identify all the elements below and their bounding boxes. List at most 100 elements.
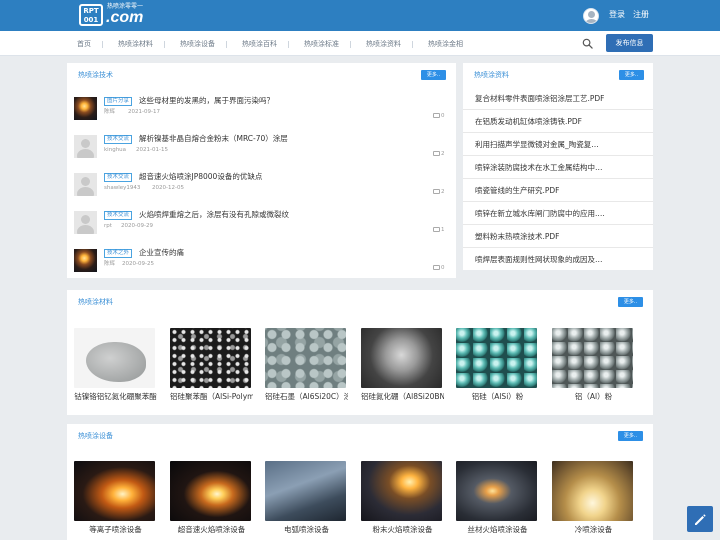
user-avatar-icon[interactable]	[583, 8, 599, 24]
top-bar: RPT 001 热喷涂零零一 .com 登录 注册	[0, 0, 720, 31]
equipment-image[interactable]	[265, 461, 346, 521]
material-image[interactable]	[552, 328, 633, 388]
article-author: 陈辉	[104, 109, 116, 115]
more-button[interactable]: 更多..	[618, 431, 643, 441]
article-tag[interactable]: 技术交流	[104, 135, 133, 144]
publish-button[interactable]: 发布信息	[606, 34, 653, 52]
nav-separator	[412, 41, 413, 48]
article-tag[interactable]: 技术交流	[104, 173, 133, 182]
equipment-label[interactable]: 丝材火焰喷涂设备	[456, 525, 539, 535]
article-title[interactable]: 火焰喷焊重熔之后，涂层有没有孔隙或微裂纹	[139, 210, 289, 220]
document-item[interactable]: 复合材料零件表面喷涂铝涂层工艺.PDF	[463, 87, 653, 110]
author-avatar[interactable]	[74, 211, 97, 234]
author-avatar[interactable]	[74, 135, 97, 158]
panel-title: 热喷涂设备	[78, 432, 113, 440]
equipment-image[interactable]	[74, 461, 155, 521]
material-image[interactable]	[74, 328, 155, 388]
document-item[interactable]: 塑料粉末热喷涂技术.PDF	[463, 225, 653, 248]
equipment-image[interactable]	[170, 461, 251, 521]
article-tag[interactable]: 技术交流	[104, 211, 133, 220]
site-logo[interactable]: RPT 001	[79, 4, 103, 26]
equipment-label[interactable]: 粉末火焰喷涂设备	[361, 525, 444, 535]
document-title[interactable]: 塑料粉末热喷涂技术.PDF	[475, 232, 615, 242]
search-icon[interactable]	[582, 38, 593, 49]
comment-count: 0	[433, 265, 445, 272]
register-link[interactable]: 注册	[633, 10, 649, 20]
document-title[interactable]: 喷锌在新立城水库闸门防腐中的应用.…	[475, 209, 615, 219]
floating-edit-button[interactable]	[687, 506, 713, 532]
equipment-panel: 热喷涂设备 更多.. 等离子喷涂设备 超音速火焰喷涂设备 电弧喷涂设备 粉末火焰…	[67, 424, 653, 540]
nav-item-standards[interactable]: 热喷涂标准	[304, 40, 339, 49]
equipment-label[interactable]: 电弧喷涂设备	[265, 525, 348, 535]
logo-bottom-text: 001	[83, 16, 99, 24]
article-row[interactable]: 技术交流 火焰喷焊重熔之后，涂层有没有孔隙或微裂纹 rpt 2020-09-29…	[67, 209, 456, 246]
material-label[interactable]: 铝硅聚苯酯（AlSi-Polyme	[170, 392, 253, 402]
panel-title: 热喷涂材料	[78, 298, 113, 306]
article-title[interactable]: 解析镍基非晶自熔合金粉末（MRC-70）涂层	[139, 134, 288, 144]
comment-count-value: 1	[441, 227, 445, 233]
equipment-image[interactable]	[361, 461, 442, 521]
article-row[interactable]: 技术交流 解析镍基非晶自熔合金粉末（MRC-70）涂层 kinghua 2021…	[67, 133, 456, 170]
document-title[interactable]: 复合材料零件表面喷涂铝涂层工艺.PDF	[475, 94, 615, 104]
document-title[interactable]: 在铝质发动机缸体喷涂铸铁.PDF	[475, 117, 615, 127]
document-item[interactable]: 利用扫描声学显微镜对金属_陶瓷复…	[463, 133, 653, 156]
document-item[interactable]: 喷瓷管线的生产研究.PDF	[463, 179, 653, 202]
comment-count: 0	[433, 113, 445, 120]
nav-item-materials[interactable]: 热喷涂材料	[118, 40, 153, 49]
article-date: 2020-12-05	[152, 185, 184, 191]
article-tag[interactable]: 图片分享	[104, 97, 133, 106]
material-label[interactable]: 铝硅石墨（Al6Si20C）涂	[265, 392, 348, 402]
materials-panel: 热喷涂材料 更多.. 钴镍铬铝钇氮化硼聚苯酯 铝硅聚苯酯（AlSi-Polyme…	[67, 290, 653, 415]
nav-separator	[102, 41, 103, 48]
document-item[interactable]: 喷焊层表面规则性网状现象的成因及…	[463, 248, 653, 271]
equipment-label[interactable]: 冷喷涂设备	[552, 525, 635, 535]
comment-count: 2	[433, 151, 445, 158]
nav-item-encyclopedia[interactable]: 热喷涂百科	[242, 40, 277, 49]
document-item[interactable]: 喷锌在新立城水库闸门防腐中的应用.…	[463, 202, 653, 225]
article-row[interactable]: 技术交流 超音速火焰喷涂JP8000设备的优缺点 shawley1943 202…	[67, 171, 456, 208]
more-button[interactable]: 更多..	[618, 297, 643, 307]
material-image[interactable]	[456, 328, 537, 388]
article-title[interactable]: 超音速火焰喷涂JP8000设备的优缺点	[139, 172, 262, 182]
equipment-image[interactable]	[552, 461, 633, 521]
equipment-label[interactable]: 等离子喷涂设备	[74, 525, 157, 535]
article-title[interactable]: 这些母材里的发黑的，属于界面污染吗？	[139, 96, 274, 106]
more-button[interactable]: 更多..	[619, 70, 644, 80]
more-button[interactable]: 更多..	[421, 70, 446, 80]
article-row[interactable]: 图片分享 这些母材里的发黑的，属于界面污染吗？ 陈辉 2021-09-17 0	[67, 95, 456, 132]
article-date: 2020-09-25	[122, 261, 154, 267]
article-tag[interactable]: 技术之外	[104, 249, 133, 258]
article-author: rpt	[104, 223, 112, 229]
article-row[interactable]: 技术之外 企业宣传的痛 陈辉 2020-09-25 0	[67, 247, 456, 284]
document-item[interactable]: 在铝质发动机缸体喷涂铸铁.PDF	[463, 110, 653, 133]
document-item[interactable]: 喷锌涂装防腐技术在水工金属结构中…	[463, 156, 653, 179]
nav-item-home[interactable]: 首页	[77, 40, 91, 49]
nav-item-documents[interactable]: 热喷涂资料	[366, 40, 401, 49]
material-label[interactable]: 钴镍铬铝钇氮化硼聚苯酯	[74, 392, 157, 402]
material-label[interactable]: 铝硅（AlSi）粉	[456, 392, 539, 402]
article-author: shawley1943	[104, 185, 141, 191]
article-date: 2021-01-15	[136, 147, 168, 153]
comment-count-value: 0	[441, 265, 445, 271]
equipment-label[interactable]: 超音速火焰喷涂设备	[170, 525, 253, 535]
nav-item-metallography[interactable]: 热喷涂金相	[428, 40, 463, 49]
nav-item-equipment[interactable]: 热喷涂设备	[180, 40, 215, 49]
material-image[interactable]	[361, 328, 442, 388]
document-title[interactable]: 喷锌涂装防腐技术在水工金属结构中…	[475, 163, 615, 173]
comment-count: 2	[433, 189, 445, 196]
author-avatar[interactable]	[74, 173, 97, 196]
article-thumbnail[interactable]	[74, 97, 97, 120]
material-image[interactable]	[265, 328, 346, 388]
document-title[interactable]: 利用扫描声学显微镜对金属_陶瓷复…	[475, 140, 615, 150]
documents-panel: 热喷涂资料 更多.. 复合材料零件表面喷涂铝涂层工艺.PDF 在铝质发动机缸体喷…	[463, 63, 653, 270]
logo-domain[interactable]: .com	[106, 9, 143, 27]
material-label[interactable]: 铝硅氮化硼（Al8Si20BN	[361, 392, 444, 402]
material-label[interactable]: 铝（Al）粉	[552, 392, 635, 402]
article-thumbnail[interactable]	[74, 249, 97, 272]
document-title[interactable]: 喷瓷管线的生产研究.PDF	[475, 186, 615, 196]
document-title[interactable]: 喷焊层表面规则性网状现象的成因及…	[475, 255, 615, 265]
article-title[interactable]: 企业宣传的痛	[139, 248, 184, 258]
material-image[interactable]	[170, 328, 251, 388]
login-link[interactable]: 登录	[609, 10, 625, 20]
equipment-image[interactable]	[456, 461, 537, 521]
